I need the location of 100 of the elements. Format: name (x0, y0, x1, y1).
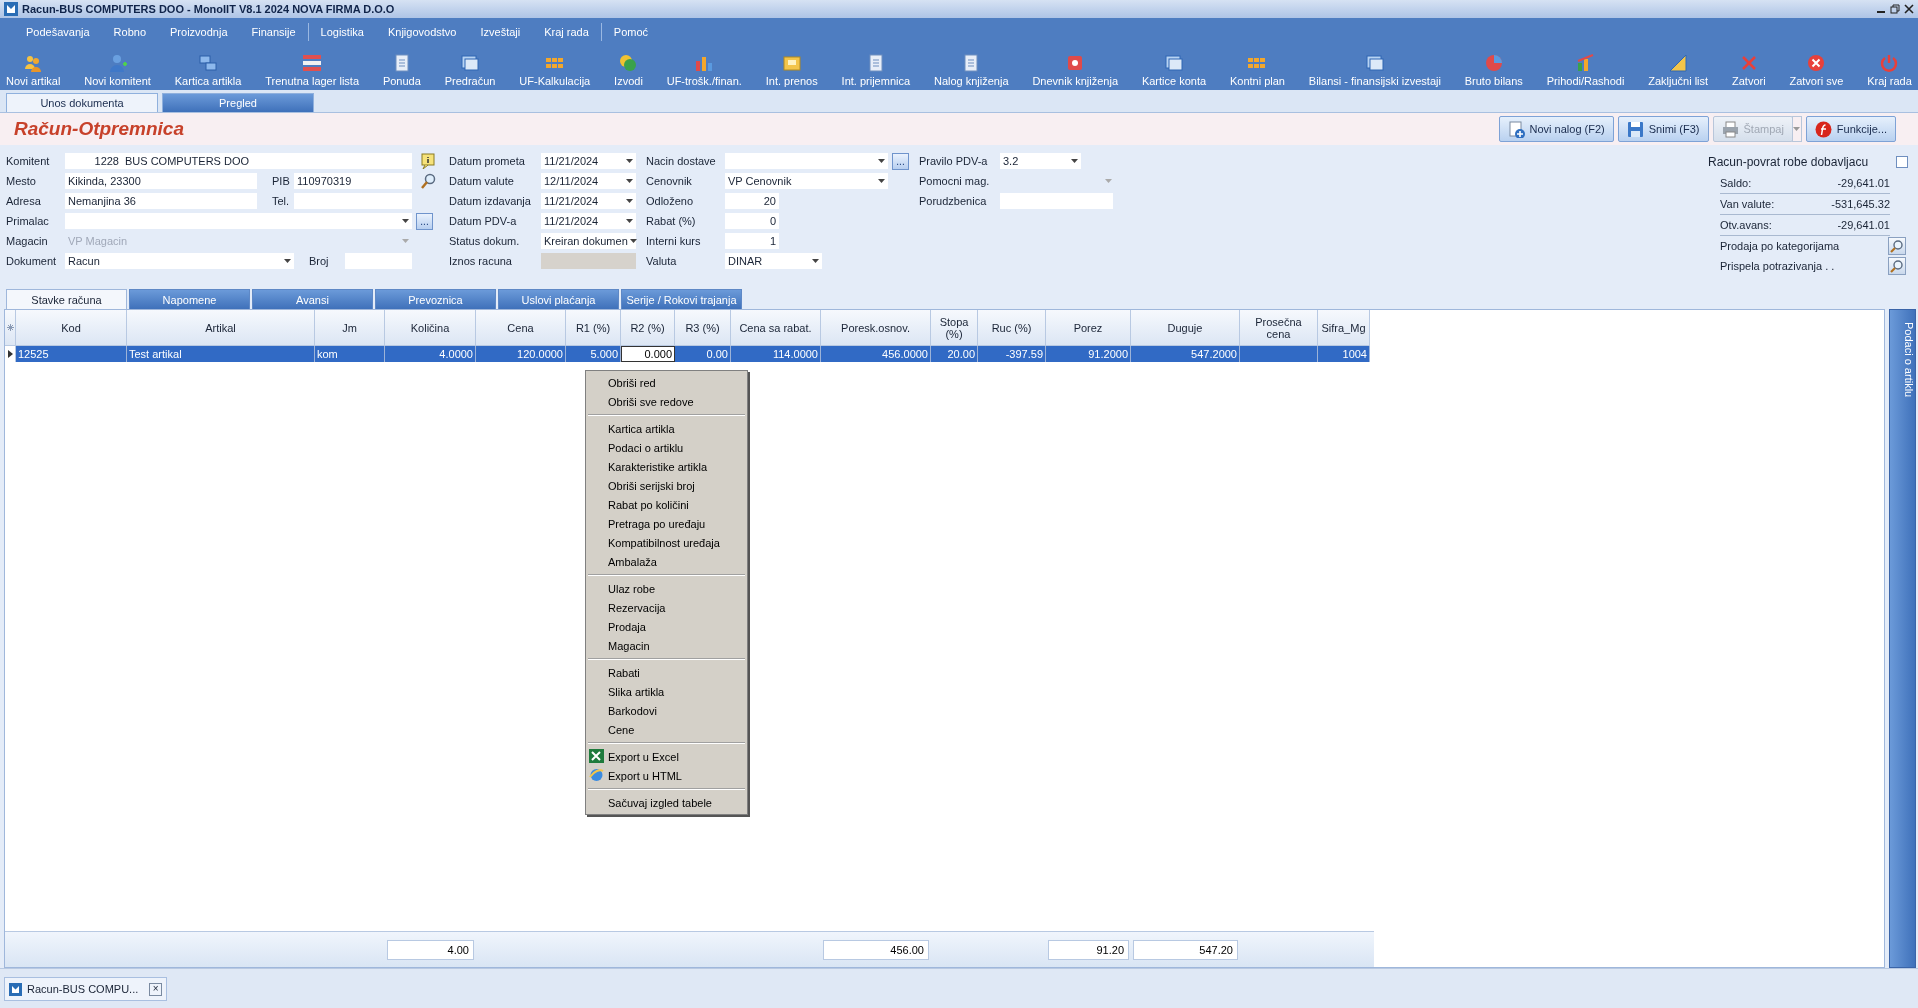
tab[interactable]: Stavke računa (6, 289, 127, 309)
column-header[interactable]: Cena (476, 310, 566, 346)
document-tab[interactable]: Racun-BUS COMPU... × (4, 977, 168, 1001)
toolbar-button[interactable]: Izvodi (612, 45, 645, 90)
toolbar-button[interactable]: Dnevnik knjiženja (1030, 45, 1120, 90)
search-icon[interactable] (420, 173, 436, 189)
toolbar-button[interactable]: Kartice konta (1139, 45, 1209, 90)
cell-editor[interactable]: 0.000 (621, 346, 675, 362)
menu-item[interactable]: Sačuvaj izgled tabele (586, 793, 747, 812)
column-header[interactable]: Stopa (%) (931, 310, 978, 346)
toolbar-button[interactable]: Predračun (442, 45, 498, 90)
dropdown[interactable]: 11/21/2024 (541, 153, 636, 169)
column-header[interactable]: R3 (%) (675, 310, 731, 346)
menu-item[interactable]: Kompatibilnost uređaja (586, 533, 747, 552)
dropdown[interactable]: 12/11/2024 (541, 173, 636, 189)
menu-item[interactable]: Pomoć (601, 25, 661, 38)
input-field[interactable]: Kikinda, 23300 (65, 173, 257, 189)
toolbar-button[interactable]: Zatvori sve (1787, 45, 1846, 90)
number-field[interactable]: 0 (725, 213, 779, 229)
toolbar-button[interactable]: Zaključni list (1646, 45, 1711, 90)
column-header[interactable]: Artikal (127, 310, 315, 346)
menu-item[interactable]: Barkodovi (586, 701, 747, 720)
column-header[interactable]: Prosečna cena (1240, 310, 1318, 346)
menu-item[interactable]: Proizvodnja (158, 25, 240, 38)
menu-item[interactable]: Obriši sve redove (586, 392, 747, 411)
menu-item[interactable]: Karakteristike artikla (586, 457, 747, 476)
toolbar-button[interactable]: Ponuda (380, 45, 423, 90)
action-button[interactable]: Snimi (F3) (1617, 116, 1709, 142)
input-field[interactable]: Nemanjina 36 (65, 193, 257, 209)
number-field[interactable]: 1 (725, 233, 779, 249)
menu-item[interactable]: Ambalaža (586, 552, 747, 571)
tab[interactable]: Pregled (162, 93, 314, 112)
dropdown[interactable]: Racun (65, 253, 294, 269)
column-header[interactable]: R2 (%) (621, 310, 675, 346)
tab[interactable]: Serije / Rokovi trajanja (621, 289, 742, 309)
input-field[interactable] (345, 253, 412, 269)
column-header[interactable]: Količina (385, 310, 476, 346)
menu-item[interactable]: Kartica artikla (586, 419, 747, 438)
toolbar-button[interactable]: Novi komitent (82, 45, 153, 90)
ellipsis-button[interactable]: ... (416, 212, 433, 230)
menu-item[interactable]: Slika artikla (586, 682, 747, 701)
menu-item[interactable]: Podaci o artiklu (586, 438, 747, 457)
side-tab[interactable]: Podaci o artiklu (1889, 309, 1916, 968)
column-header[interactable]: Poresk.osnov. (821, 310, 931, 346)
menu-item[interactable]: Finansije (239, 25, 308, 38)
code-field[interactable]: 1228 (65, 153, 122, 169)
menu-item[interactable]: Obriši serijski broj (586, 476, 747, 495)
input-field[interactable]: 110970319 (294, 173, 412, 189)
input-field[interactable] (1000, 193, 1113, 209)
menu-item[interactable]: Rezervacija (586, 598, 747, 617)
dropdown[interactable]: DINAR (725, 253, 822, 269)
checkbox[interactable] (1896, 156, 1908, 168)
toolbar-button[interactable]: Novi artikal (4, 45, 63, 90)
close-icon[interactable] (1904, 4, 1914, 14)
column-header[interactable]: Ruc (%) (978, 310, 1046, 346)
input-field[interactable] (294, 193, 412, 209)
toolbar-button[interactable]: Trenutna lager lista (263, 45, 362, 90)
dropdown[interactable]: 3.2 (1000, 153, 1081, 169)
toolbar-button[interactable]: Bilansi - finansijski izvestaji (1306, 45, 1443, 90)
menu-item[interactable]: Magacin (586, 636, 747, 655)
column-header[interactable]: Sifra_Mg (1318, 310, 1370, 346)
menu-item[interactable]: Export u HTML (586, 766, 747, 785)
column-header[interactable]: Porez (1046, 310, 1131, 346)
menu-item[interactable]: Rabati (586, 663, 747, 682)
menu-item[interactable]: Knjigovodstvo (375, 25, 469, 38)
column-header[interactable]: Kod (16, 310, 127, 346)
search-button[interactable] (1888, 257, 1906, 275)
toolbar-button[interactable]: Nalog knjiženja (931, 45, 1011, 90)
info-icon[interactable] (420, 153, 436, 169)
menu-item[interactable]: Export u Excel (586, 747, 747, 766)
tab[interactable]: Uslovi plaćanja (498, 289, 619, 309)
dropdown[interactable]: VP Cenovnik (725, 173, 888, 189)
tab[interactable]: Avansi (252, 289, 373, 309)
dropdown[interactable]: 11/21/2024 (541, 193, 636, 209)
menu-item[interactable]: Pretraga po uređaju (586, 514, 747, 533)
tab[interactable]: Napomene (129, 289, 250, 309)
menu-item[interactable]: Prodaja (586, 617, 747, 636)
dropdown[interactable]: 11/21/2024 (541, 213, 636, 229)
column-header[interactable]: Jm (315, 310, 385, 346)
column-header[interactable]: R1 (%) (566, 310, 621, 346)
search-button[interactable] (1888, 237, 1906, 255)
menu-item[interactable]: Ulaz robe (586, 579, 747, 598)
menu-item[interactable]: Podešavanja (14, 25, 102, 38)
menu-item[interactable]: Cene (586, 720, 747, 739)
tab[interactable]: Prevoznica (375, 289, 496, 309)
ellipsis-button[interactable]: ... (892, 152, 909, 170)
toolbar-button[interactable]: UF-trošk./finan. (664, 45, 744, 90)
dropdown[interactable]: Kreiran dokumen (541, 233, 636, 249)
action-button[interactable]: Novi nalog (F2) (1498, 116, 1614, 142)
toolbar-button[interactable]: Kraj rada (1865, 45, 1914, 90)
toolbar-button[interactable]: Kontni plan (1227, 45, 1287, 90)
action-button[interactable]: Funkcije... (1805, 116, 1896, 142)
toolbar-button[interactable]: Int. prijemnica (839, 45, 913, 90)
close-button[interactable]: × (149, 982, 163, 996)
toolbar-button[interactable]: Zatvori (1730, 45, 1768, 90)
toolbar-button[interactable]: Prihodi/Rashodi (1544, 45, 1627, 90)
input-field[interactable]: BUS COMPUTERS DOO (122, 153, 412, 169)
column-header[interactable]: Cena sa rabat. (731, 310, 821, 346)
restore-icon[interactable] (1890, 4, 1900, 14)
toolbar-button[interactable]: UF-Kalkulacija (517, 45, 593, 90)
